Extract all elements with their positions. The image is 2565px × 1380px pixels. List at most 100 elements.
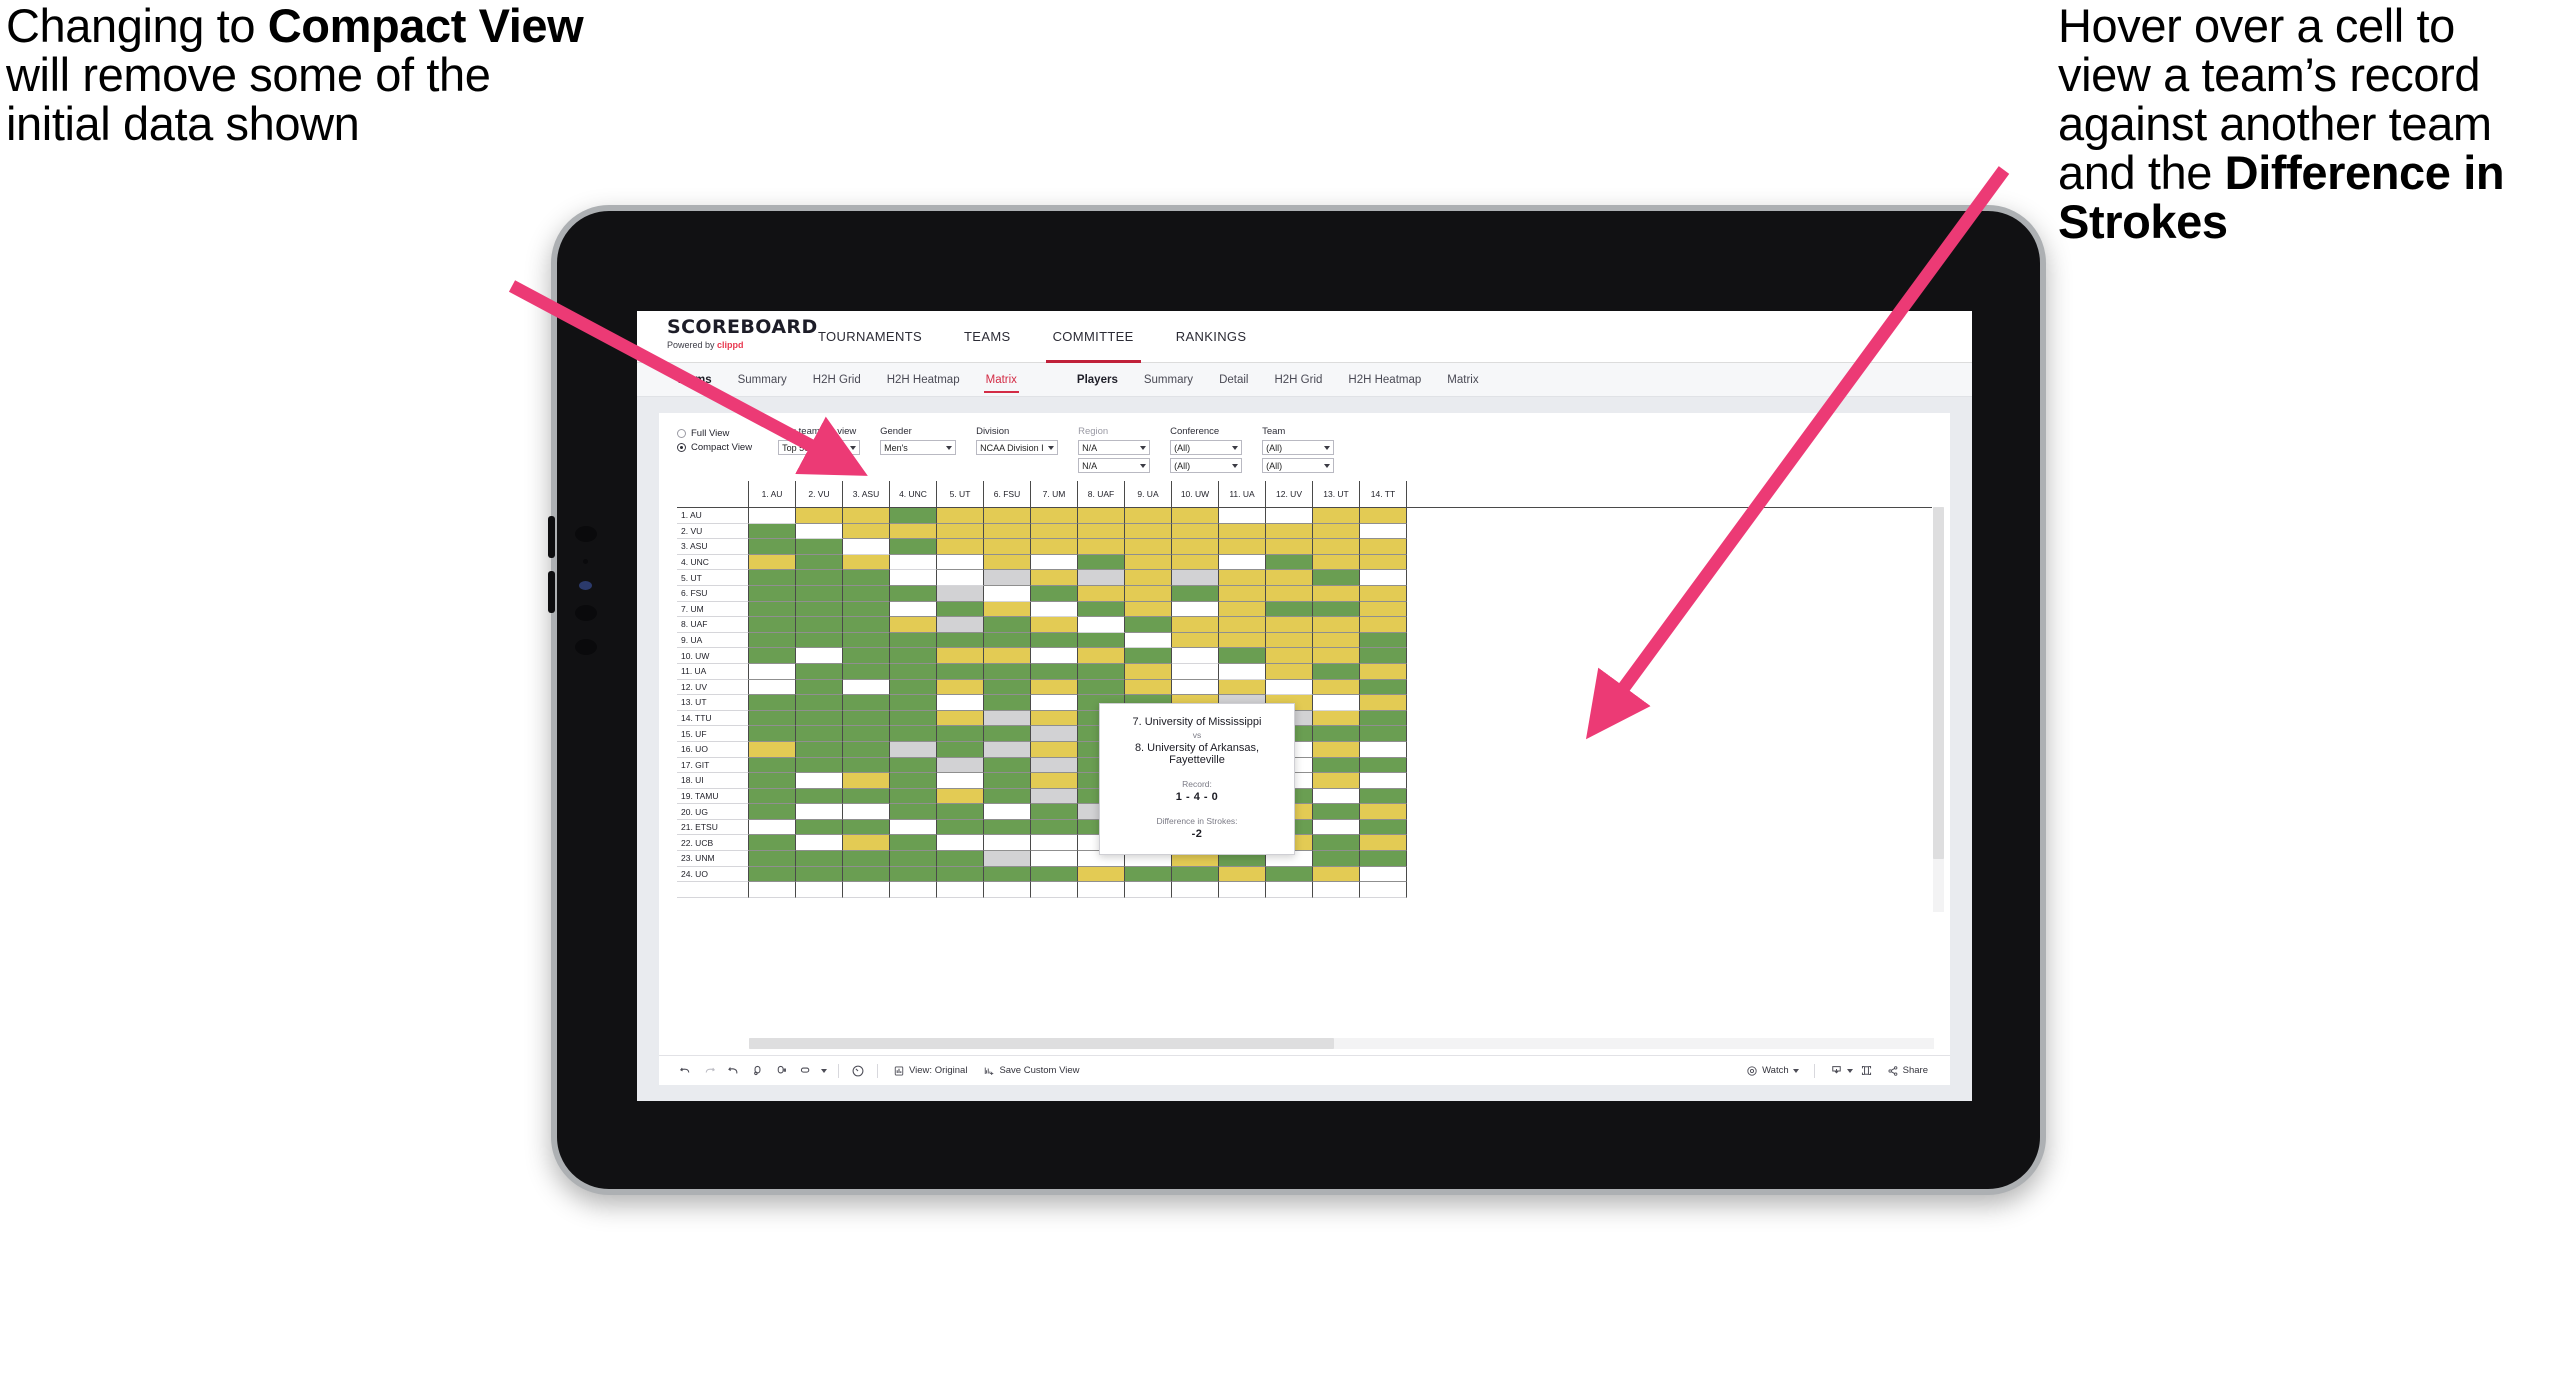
matrix-cell[interactable] (749, 617, 796, 633)
matrix-cell[interactable] (984, 851, 1031, 867)
matrix-cell[interactable] (937, 866, 984, 883)
matrix-cell[interactable] (796, 710, 843, 727)
sub-nav-item-matrix[interactable]: Matrix (973, 363, 1030, 397)
matrix-cell[interactable] (1078, 866, 1125, 883)
matrix-cell[interactable] (1172, 679, 1219, 696)
matrix-cell[interactable] (843, 788, 890, 805)
matrix-cell[interactable] (796, 570, 843, 586)
matrix-cell[interactable] (1360, 835, 1407, 852)
matrix-column-header[interactable]: 7. UM (1031, 481, 1078, 507)
matrix-cell[interactable] (796, 866, 843, 883)
matrix-cell[interactable] (843, 835, 890, 852)
matrix-cell[interactable] (1125, 601, 1172, 618)
matrix-column-header[interactable]: 12. UV (1266, 481, 1313, 507)
matrix-cell[interactable] (843, 710, 890, 727)
matrix-cell[interactable] (843, 632, 890, 649)
refresh-icon[interactable] (745, 1060, 769, 1082)
matrix-cell[interactable] (937, 508, 984, 524)
sub-nav-item-h2h-heatmap[interactable]: H2H Heatmap (1335, 363, 1434, 397)
matrix-cell[interactable] (843, 617, 890, 633)
matrix-cell[interactable] (890, 851, 937, 867)
matrix-cell[interactable] (937, 851, 984, 867)
matrix-cell[interactable] (1360, 726, 1407, 742)
conference-select-1[interactable]: (All) (1170, 440, 1243, 455)
matrix-cell[interactable] (984, 554, 1031, 571)
region-select-2[interactable]: N/A (1078, 458, 1151, 473)
matrix-cell[interactable] (1031, 632, 1078, 649)
matrix-cell[interactable] (749, 726, 796, 742)
matrix-cell[interactable] (890, 648, 937, 664)
matrix-cell[interactable] (1313, 788, 1360, 805)
matrix-cell[interactable] (1031, 554, 1078, 571)
matrix-cell[interactable] (890, 554, 937, 571)
matrix-cell[interactable] (796, 679, 843, 696)
matrix-cell[interactable] (796, 648, 843, 664)
matrix-cell[interactable] (1313, 695, 1360, 711)
matrix-row-header[interactable]: 3. ASU (677, 539, 749, 555)
matrix-cell[interactable] (796, 835, 843, 852)
matrix-column-header[interactable]: 11. UA (1219, 481, 1266, 507)
matrix-cell[interactable] (890, 508, 937, 524)
matrix-cell[interactable] (796, 726, 843, 742)
matrix-row-header[interactable]: 4. UNC (677, 554, 749, 571)
matrix-cell[interactable] (749, 835, 796, 852)
matrix-cell[interactable] (984, 508, 1031, 524)
matrix-row-header[interactable]: 16. UO (677, 741, 749, 758)
matrix-cell[interactable] (749, 508, 796, 524)
matrix-cell[interactable] (1031, 788, 1078, 805)
matrix-cell[interactable] (890, 788, 937, 805)
undo-icon[interactable] (673, 1060, 697, 1082)
matrix-cell[interactable] (1360, 554, 1407, 571)
matrix-cell[interactable] (1078, 632, 1125, 649)
matrix-cell[interactable] (1219, 554, 1266, 571)
matrix-cell[interactable] (1313, 726, 1360, 742)
division-select[interactable]: NCAA Division I (976, 440, 1059, 455)
matrix-cell[interactable] (1031, 601, 1078, 618)
matrix-cell[interactable] (749, 819, 796, 836)
matrix-cell[interactable] (1360, 679, 1407, 696)
matrix-cell[interactable] (1172, 585, 1219, 602)
matrix-cell[interactable] (937, 741, 984, 758)
matrix-cell[interactable] (749, 695, 796, 711)
matrix-cell[interactable] (937, 773, 984, 789)
matrix-cell[interactable] (937, 570, 984, 586)
matrix-cell[interactable] (984, 726, 1031, 742)
matrix-row-header[interactable]: 1. AU (677, 508, 749, 524)
matrix-cell[interactable] (843, 554, 890, 571)
matrix-cell[interactable] (1313, 679, 1360, 696)
matrix-cell[interactable] (843, 773, 890, 789)
matrix-row-header[interactable]: 20. UG (677, 804, 749, 820)
shape-dropdown-icon[interactable] (817, 1060, 831, 1082)
matrix-cell[interactable] (1360, 648, 1407, 664)
sub-nav-item-h2h-grid[interactable]: H2H Grid (1261, 363, 1335, 397)
matrix-cell[interactable] (937, 663, 984, 680)
matrix-row-header[interactable]: 22. UCB (677, 835, 749, 852)
matrix-cell[interactable] (890, 710, 937, 727)
matrix-cell[interactable] (749, 648, 796, 664)
matrix-cell[interactable] (937, 554, 984, 571)
matrix-cell[interactable] (984, 741, 1031, 758)
matrix-cell[interactable] (1031, 835, 1078, 852)
sub-nav-item-summary[interactable]: Summary (725, 363, 800, 397)
gender-select[interactable]: Men's (880, 440, 957, 455)
matrix-cell[interactable] (890, 819, 937, 836)
matrix-cell[interactable] (843, 539, 890, 555)
matrix-cell[interactable] (984, 679, 1031, 696)
pause-auto-update-icon[interactable] (846, 1060, 870, 1082)
matrix-cell[interactable] (1172, 617, 1219, 633)
matrix-cell[interactable] (890, 866, 937, 883)
matrix-cell[interactable] (984, 523, 1031, 540)
sub-nav-item-matrix[interactable]: Matrix (1434, 363, 1491, 397)
matrix-column-header[interactable]: 4. UNC (890, 481, 937, 507)
matrix-column-header[interactable]: 2. VU (796, 481, 843, 507)
matrix-cell[interactable] (1219, 632, 1266, 649)
matrix-cell[interactable] (1078, 679, 1125, 696)
matrix-cell[interactable] (796, 757, 843, 774)
matrix-cell[interactable] (749, 539, 796, 555)
matrix-cell[interactable] (1360, 508, 1407, 524)
matrix-cell[interactable] (1125, 508, 1172, 524)
matrix-cell[interactable] (890, 835, 937, 852)
matrix-column-header[interactable]: 9. UA (1125, 481, 1172, 507)
matrix-row-header[interactable]: 15. UF (677, 726, 749, 742)
matrix-cell[interactable] (1360, 663, 1407, 680)
